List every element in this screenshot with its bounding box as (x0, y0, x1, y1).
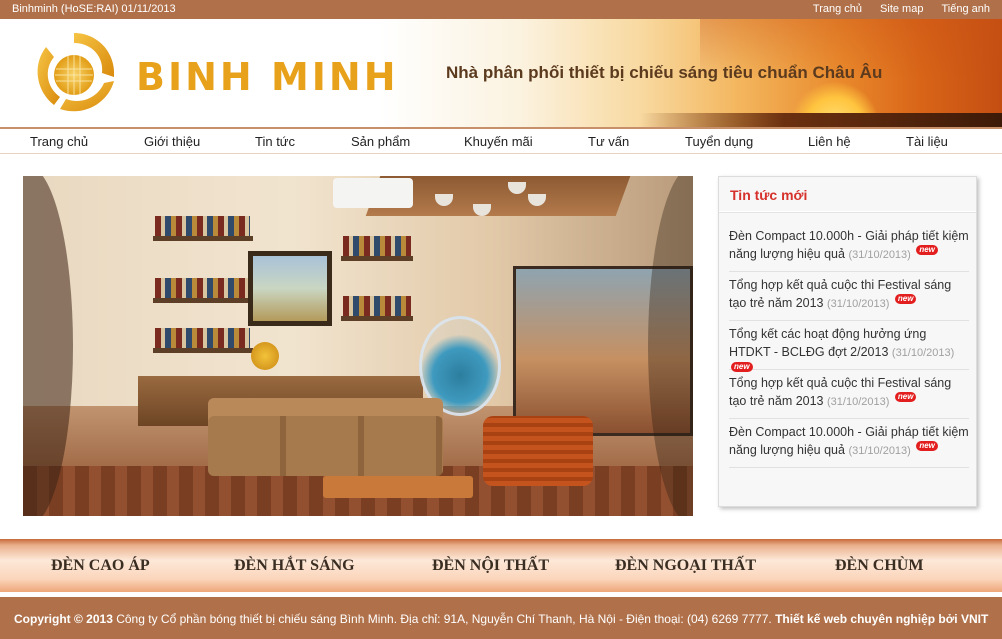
top-link-english[interactable]: Tiếng anh (941, 3, 990, 15)
slide-books (155, 278, 250, 298)
slide-air-conditioner (333, 178, 413, 208)
slide-books (343, 296, 411, 316)
category-indoor-lights[interactable]: ĐÈN NỘI THẤT (432, 557, 549, 575)
nav-item-about[interactable]: Giới thiệu (144, 134, 200, 149)
main-nav: Trang chủ Giới thiệu Tin tức Sản phẩm Kh… (0, 127, 1002, 154)
news-item[interactable]: Đèn Compact 10.000h - Giải pháp tiết kiệ… (729, 419, 969, 468)
nav-item-products[interactable]: Sản phẩm (351, 134, 410, 149)
top-links: Trang chủ Site map Tiếng anh (813, 3, 990, 15)
sunset-horizon (640, 113, 1002, 127)
top-bar: Binhminh (HoSE:RAI) 01/11/2013 Trang chủ… (0, 0, 1002, 19)
slide-shelf (153, 236, 253, 241)
slide-shelf (341, 316, 413, 321)
brand-name[interactable]: BINH MINH (136, 55, 399, 99)
slide-books (155, 328, 250, 348)
header-banner: BINH MINH Nhà phân phối thiết bị chiếu s… (0, 19, 1002, 127)
slide-shelf (341, 256, 413, 261)
stock-info: Binhminh (HoSE:RAI) 01/11/2013 (12, 3, 176, 15)
nav-item-consulting[interactable]: Tư vấn (588, 134, 629, 149)
news-item[interactable]: Tổng kết các hoạt động hưởng ứng HTDKT -… (729, 321, 969, 372)
footer-copyright: Copyright © 2013 (14, 612, 113, 626)
news-item[interactable]: Tổng hợp kết quả cuộc thi Festival sáng … (729, 370, 969, 419)
new-badge-icon: new (916, 245, 938, 255)
nav-item-contact[interactable]: Liên hệ (808, 134, 851, 149)
nav-item-promotions[interactable]: Khuyến mãi (464, 134, 533, 149)
latest-news-title: Tin tức mới (730, 187, 808, 203)
binh-minh-logo-icon[interactable] (30, 29, 118, 117)
news-item-date: (31/10/2013) (848, 249, 911, 261)
news-item-date: (31/10/2013) (827, 298, 890, 310)
new-badge-icon: new (894, 392, 917, 402)
slide-books (155, 216, 250, 236)
nav-item-news[interactable]: Tin tức (255, 134, 295, 149)
brand-tagline: Nhà phân phối thiết bị chiếu sáng tiêu c… (446, 63, 883, 82)
nav-item-recruitment[interactable]: Tuyển dụng (685, 134, 753, 149)
slide-books (343, 236, 411, 256)
latest-news-box: Tin tức mới Đèn Compact 10.000h - Giải p… (718, 176, 977, 507)
featured-slideshow-image[interactable] (23, 176, 693, 516)
category-outdoor-lights[interactable]: ĐÈN NGOẠI THẤT (615, 557, 756, 575)
nav-item-documents[interactable]: Tài liệu (906, 134, 948, 149)
category-chandeliers[interactable]: ĐÈN CHÙM (835, 557, 923, 575)
latest-news-list: Đèn Compact 10.000h - Giải pháp tiết kiệ… (729, 223, 969, 468)
news-item-date: (31/10/2013) (827, 396, 890, 408)
category-high-pressure-lamps[interactable]: ĐÈN CAO ÁP (51, 557, 150, 575)
new-badge-icon: new (916, 441, 938, 451)
footer-text: Copyright © 2013 Công ty Cổ phần bóng th… (14, 612, 988, 626)
slide-painting (248, 251, 332, 326)
footer-credit-link[interactable]: Thiết kế web chuyên nghiệp bởi VNIT (775, 612, 988, 626)
slide-coffee-table (323, 476, 473, 498)
top-link-sitemap[interactable]: Site map (880, 3, 923, 15)
slide-shelf (153, 298, 253, 303)
news-item[interactable]: Tổng hợp kết quả cuộc thi Festival sáng … (729, 272, 969, 321)
nav-item-home[interactable]: Trang chủ (30, 134, 88, 149)
category-uplights[interactable]: ĐÈN HẮT SÁNG (234, 557, 355, 575)
footer: Copyright © 2013 Công ty Cổ phần bóng th… (0, 597, 1002, 639)
news-item-date: (31/10/2013) (848, 445, 911, 457)
slide-shelf (153, 348, 253, 353)
slide-armchair (483, 416, 593, 486)
new-badge-icon: new (894, 294, 917, 304)
news-item-date: (31/10/2013) (891, 347, 955, 359)
slide-globe-lamp (251, 342, 279, 370)
news-item[interactable]: Đèn Compact 10.000h - Giải pháp tiết kiệ… (729, 223, 969, 272)
product-category-bar: ĐÈN CAO ÁP ĐÈN HẮT SÁNG ĐÈN NỘI THẤT ĐÈN… (0, 539, 1002, 592)
footer-company-info: Công ty Cổ phần bóng thiết bị chiếu sáng… (112, 612, 776, 626)
main-content: Tin tức mới Đèn Compact 10.000h - Giải p… (0, 154, 1002, 536)
new-badge-icon: new (731, 362, 753, 372)
slide-sofa (208, 416, 443, 476)
top-link-home[interactable]: Trang chủ (813, 3, 862, 15)
divider (719, 211, 976, 213)
